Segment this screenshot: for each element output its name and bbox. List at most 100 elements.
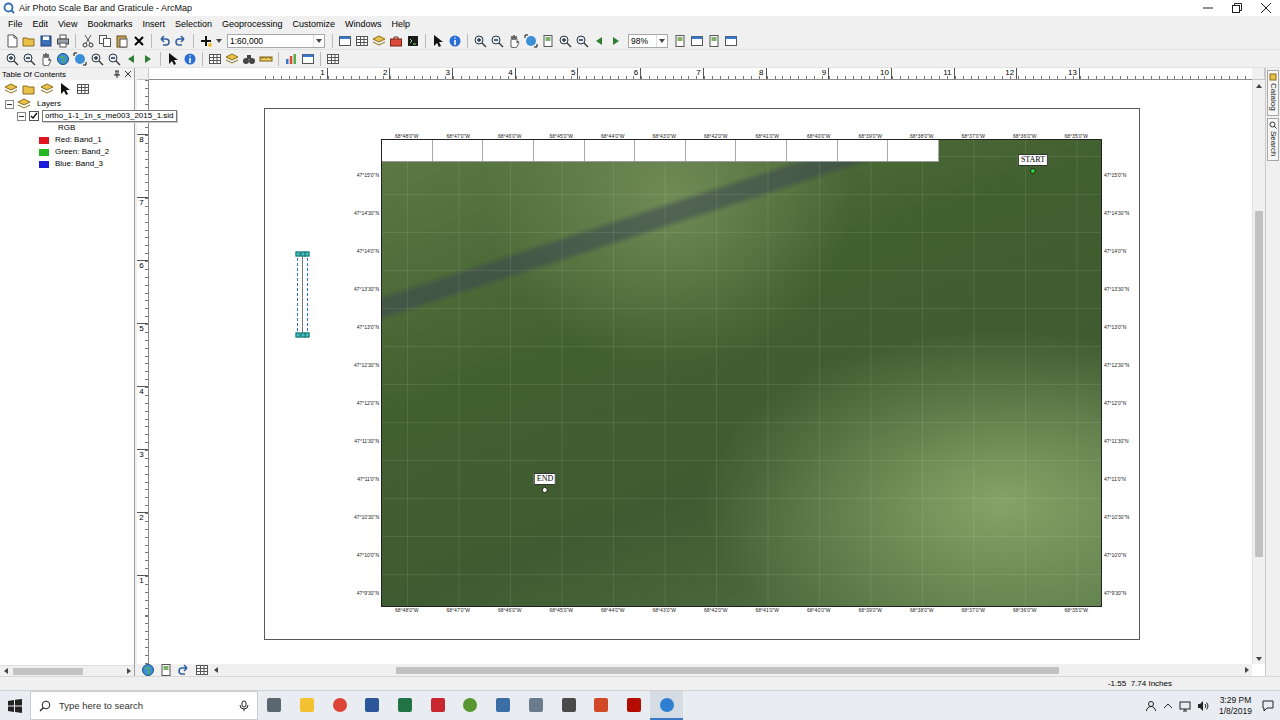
minimize-button[interactable]	[1193, 0, 1222, 16]
zoom-out-button[interactable]	[489, 33, 505, 49]
select-button[interactable]	[165, 51, 181, 67]
menu-item[interactable]: File	[3, 18, 28, 30]
toc-band-row[interactable]: Green: Band_2	[0, 146, 134, 158]
network-icon[interactable]	[1179, 700, 1191, 712]
menu-item[interactable]: Windows	[340, 18, 387, 30]
identify-button[interactable]	[447, 33, 463, 49]
layout-page-button[interactable]	[672, 33, 688, 49]
new-document-button[interactable]	[4, 33, 20, 49]
zoom-in-button[interactable]	[472, 33, 488, 49]
dock-tab[interactable]: Search	[1267, 118, 1279, 161]
taskbar-app[interactable]	[323, 691, 356, 720]
toc-horizontal-scrollbar[interactable]	[0, 665, 134, 676]
arrow-left-button[interactable]	[591, 33, 607, 49]
notifications-icon[interactable]	[1262, 700, 1274, 712]
print-button[interactable]	[55, 33, 71, 49]
menu-item[interactable]: Bookmarks	[82, 18, 137, 30]
zoom-in-button[interactable]	[557, 33, 573, 49]
expand-toggle[interactable]	[5, 100, 14, 109]
arrow-left-button[interactable]	[123, 51, 139, 67]
select-button[interactable]	[57, 81, 73, 97]
vertical-scrollbar[interactable]	[1252, 80, 1265, 664]
layers-button[interactable]	[224, 51, 240, 67]
air-photo[interactable]: START END	[381, 139, 1102, 607]
layers-button[interactable]	[39, 81, 55, 97]
data-frame[interactable]: 68°48'0"W68°47'0"W68°46'0"W68°45'0"W68°4…	[346, 127, 1139, 619]
scroll-left-button[interactable]	[210, 665, 221, 676]
window-button[interactable]	[689, 33, 705, 49]
taskbar-app[interactable]	[585, 691, 618, 720]
start-button[interactable]	[0, 691, 30, 720]
chart-button[interactable]	[283, 51, 299, 67]
zoom-out-button[interactable]	[106, 51, 122, 67]
identify-button[interactable]	[182, 51, 198, 67]
add-data-button[interactable]	[198, 33, 214, 49]
arrow-right-button[interactable]	[608, 33, 624, 49]
binoculars-button[interactable]	[241, 51, 257, 67]
clock[interactable]: 3:29 PM1/8/2019	[1215, 695, 1256, 717]
layout-page-button[interactable]	[540, 33, 556, 49]
expand-toggle[interactable]	[17, 112, 26, 121]
copy-button[interactable]	[97, 33, 113, 49]
zoom-in-button[interactable]	[89, 51, 105, 67]
menu-item[interactable]: Geoprocessing	[217, 18, 288, 30]
open-folder-button[interactable]	[21, 81, 37, 97]
zoom-in-button[interactable]	[4, 51, 20, 67]
taskbar-app[interactable]	[650, 691, 683, 720]
taskbar-app[interactable]	[487, 691, 520, 720]
toc-layer-row[interactable]: ortho_1-1_1n_s_me003_2015_1.sid	[0, 110, 134, 122]
pan-button[interactable]	[506, 33, 522, 49]
zoom-out-button[interactable]	[574, 33, 590, 49]
arrow-right-button[interactable]	[140, 51, 156, 67]
pin-icon[interactable]	[113, 70, 121, 78]
select-button[interactable]	[430, 33, 446, 49]
table-button[interactable]	[75, 81, 91, 97]
selection-handle[interactable]	[305, 333, 310, 338]
chevron-up-icon[interactable]	[1163, 701, 1173, 711]
table-button[interactable]	[207, 51, 223, 67]
menu-item[interactable]: View	[53, 18, 82, 30]
map-marker[interactable]: START	[1018, 154, 1048, 174]
layers-button[interactable]	[371, 33, 387, 49]
window-button[interactable]	[300, 51, 316, 67]
layout-page-button[interactable]	[706, 33, 722, 49]
taskbar-app[interactable]	[454, 691, 487, 720]
close-button[interactable]	[1251, 0, 1280, 16]
menu-item[interactable]: Help	[387, 18, 416, 30]
selection-handle[interactable]	[300, 252, 305, 257]
measure-button[interactable]	[258, 51, 274, 67]
python-button[interactable]	[405, 33, 421, 49]
taskbar-app[interactable]	[552, 691, 585, 720]
dock-tab[interactable]: Catalog	[1267, 70, 1279, 116]
scale-bar-element[interactable]	[297, 253, 308, 336]
menu-item[interactable]: Customize	[288, 18, 341, 30]
window-button[interactable]	[723, 33, 739, 49]
undo-button[interactable]	[156, 33, 172, 49]
menu-item[interactable]: Selection	[170, 18, 217, 30]
selection-handle[interactable]	[300, 333, 305, 338]
full-extent-button[interactable]	[523, 33, 539, 49]
pan-button[interactable]	[38, 51, 54, 67]
taskbar-app[interactable]	[356, 691, 389, 720]
taskbar-app[interactable]	[389, 691, 422, 720]
zoom-out-button[interactable]	[21, 51, 37, 67]
taskbar-search[interactable]: Type here to search	[30, 691, 258, 720]
menu-item[interactable]: Edit	[28, 18, 54, 30]
map-marker[interactable]: END	[534, 473, 556, 493]
toc-group-row[interactable]: Layers	[0, 98, 134, 110]
restore-button[interactable]	[1222, 0, 1251, 16]
people-icon[interactable]	[1145, 700, 1157, 712]
close-icon[interactable]	[124, 70, 132, 78]
window-button[interactable]	[337, 33, 353, 49]
taskbar-app[interactable]	[520, 691, 553, 720]
zoom-percent-field[interactable]: 98%	[628, 34, 668, 48]
globe-button[interactable]	[55, 51, 71, 67]
delete-button[interactable]	[131, 33, 147, 49]
taskbar-app[interactable]	[258, 691, 291, 720]
toc-band-row[interactable]: Red: Band_1	[0, 134, 134, 146]
taskbar-app[interactable]	[618, 691, 651, 720]
redo-button[interactable]	[173, 33, 189, 49]
save-button[interactable]	[38, 33, 54, 49]
menu-item[interactable]: Insert	[137, 18, 170, 30]
toolbox-button[interactable]	[388, 33, 404, 49]
